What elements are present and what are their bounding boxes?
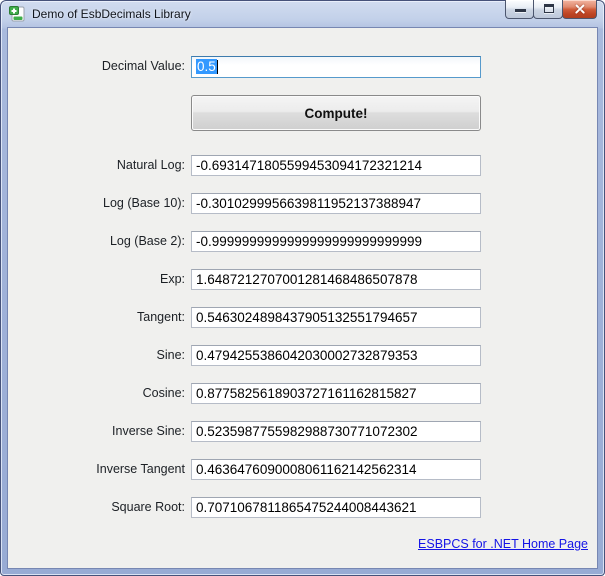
result-label: Square Root: <box>8 500 185 514</box>
result-field[interactable]: -0.6931471805599453094172321214 <box>191 155 481 176</box>
result-label: Log (Base 10): <box>8 196 185 210</box>
maximize-button[interactable] <box>533 0 563 19</box>
result-label: Inverse Sine: <box>8 424 185 438</box>
window-controls <box>506 0 597 20</box>
app-icon <box>9 6 25 22</box>
text-caret <box>217 60 218 74</box>
result-label: Sine: <box>8 348 185 362</box>
result-field[interactable]: 0.5235987755982988730771072302 <box>191 421 481 442</box>
close-icon <box>574 3 586 15</box>
result-field[interactable]: 0.4794255386042030002732879353 <box>191 345 481 366</box>
home-page-link[interactable]: ESBPCS for .NET Home Page <box>418 537 588 551</box>
result-label: Inverse Tangent <box>8 462 185 476</box>
result-label: Tangent: <box>8 310 185 324</box>
client-area: Decimal Value: 0.5 Compute! Natural Log:… <box>8 28 597 568</box>
result-field[interactable]: -0.3010299956639811952137388947 <box>191 193 481 214</box>
window-title: Demo of EsbDecimals Library <box>32 0 191 28</box>
result-label: Cosine: <box>8 386 185 400</box>
result-label: Exp: <box>8 272 185 286</box>
decimal-value-label: Decimal Value: <box>8 59 185 73</box>
maximize-icon <box>544 4 554 13</box>
result-field[interactable]: -0.9999999999999999999999999999 <box>191 231 481 252</box>
app-window: Demo of EsbDecimals Library Decimal Valu… <box>0 0 605 576</box>
result-label: Natural Log: <box>8 158 185 172</box>
close-button[interactable] <box>562 0 597 19</box>
result-label: Log (Base 2): <box>8 234 185 248</box>
result-field[interactable]: 1.6487212707001281468486507878 <box>191 269 481 290</box>
minimize-button[interactable] <box>505 0 534 19</box>
minimize-icon <box>515 9 526 12</box>
result-field[interactable]: 0.5463024898437905132551794657 <box>191 307 481 328</box>
decimal-value-input[interactable]: 0.5 <box>191 56 481 78</box>
compute-button[interactable]: Compute! <box>191 95 481 131</box>
result-field[interactable]: 0.4636476090008061162142562314 <box>191 459 481 480</box>
titlebar[interactable]: Demo of EsbDecimals Library <box>0 0 605 28</box>
result-field[interactable]: 0.8775825618903727161162815827 <box>191 383 481 404</box>
result-field[interactable]: 0.7071067811865475244008443621 <box>191 497 481 518</box>
selected-text: 0.5 <box>196 59 217 74</box>
